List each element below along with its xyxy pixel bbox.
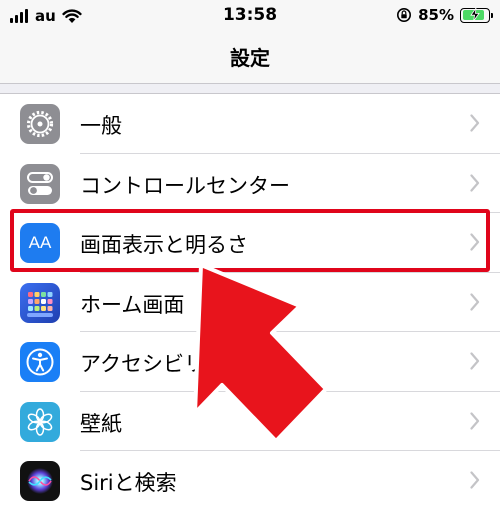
- pointer-arrow-icon: [193, 263, 328, 443]
